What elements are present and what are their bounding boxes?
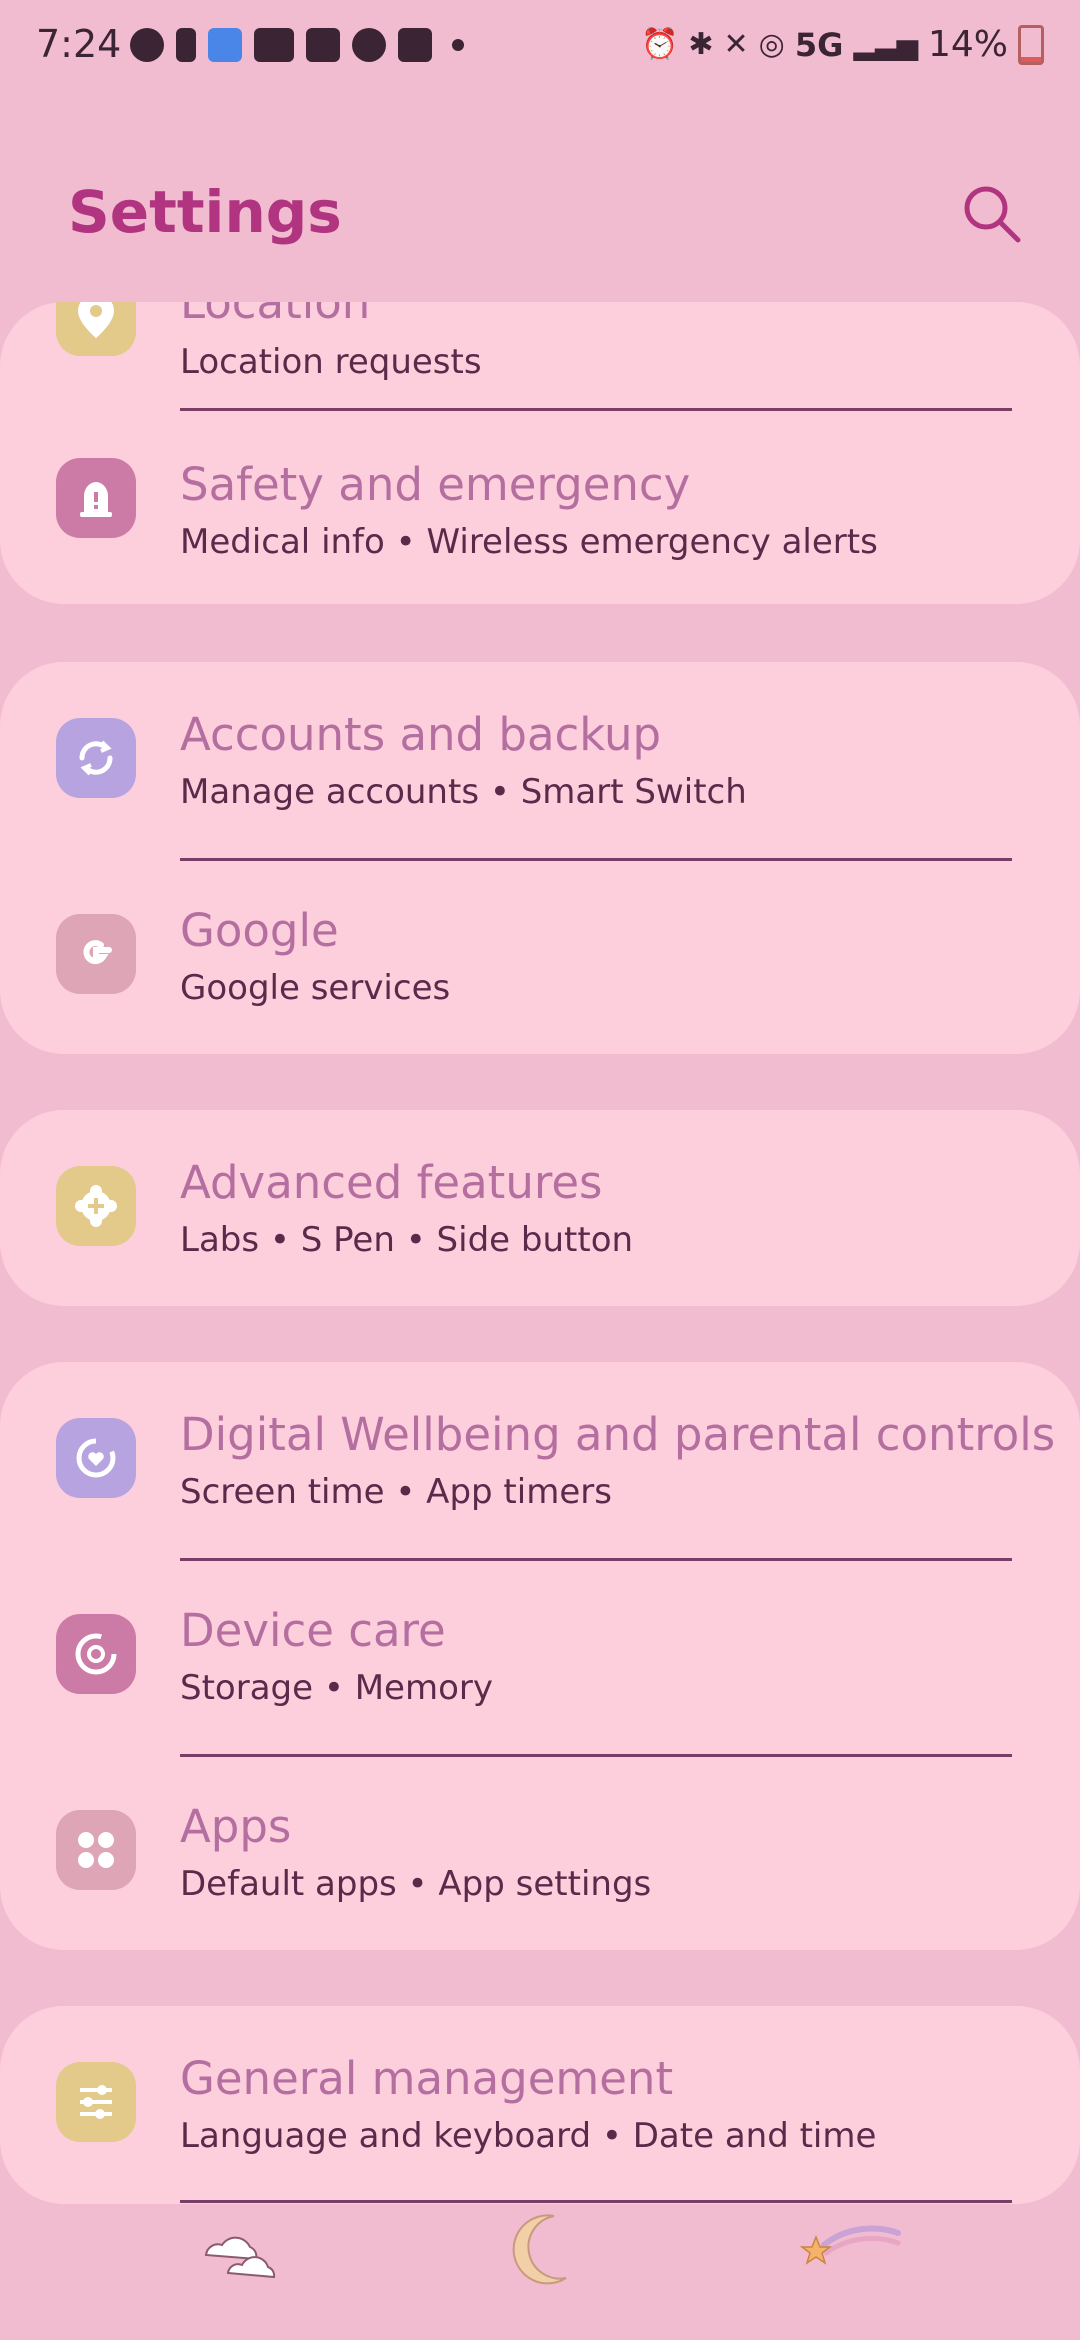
shooting-star-icon — [799, 2225, 901, 2265]
settings-card-device: Digital Wellbeing and parental controls … — [0, 1362, 1080, 1950]
item-title: Safety and emergency — [180, 458, 691, 511]
settings-item-google[interactable]: Google Google services — [0, 858, 1080, 1054]
divider — [180, 2200, 1012, 2203]
status-bar: 7:24 ⏰ ✱ ✕ ◎ 5G ▂▃▅ 14% — [0, 0, 1080, 100]
settings-item-digital-wellbeing[interactable]: Digital Wellbeing and parental controls … — [0, 1362, 1080, 1558]
hotspot-icon: ◎ — [758, 27, 785, 62]
battery-icon — [1018, 24, 1044, 65]
settings-item-safety-and-emergency[interactable]: Safety and emergency Medical info • Wire… — [0, 410, 1080, 604]
item-title: Apps — [180, 1800, 292, 1853]
siren-icon — [56, 458, 136, 538]
item-title: Google — [180, 904, 339, 957]
item-subtitle: Labs • S Pen • Side button — [180, 1220, 634, 1260]
navigation-bar — [0, 2210, 1080, 2340]
item-subtitle: Language and keyboard • Date and time — [180, 2116, 877, 2156]
settings-card-accounts: Accounts and backup Manage accounts • Sm… — [0, 662, 1080, 1054]
linkedin-icon — [306, 28, 340, 62]
battery-alert-icon — [176, 28, 196, 62]
moon-icon — [512, 2214, 567, 2285]
item-title: Digital Wellbeing and parental controls — [180, 1408, 1056, 1461]
mute-icon: ✕ — [723, 27, 749, 62]
alarm-icon: ⏰ — [641, 27, 679, 62]
item-subtitle: Storage • Memory — [180, 1668, 493, 1708]
wellbeing-icon — [56, 1418, 136, 1498]
device-care-icon — [56, 1614, 136, 1694]
cloud-icon — [204, 2236, 276, 2279]
sync-icon — [56, 718, 136, 798]
more-notifications-icon — [452, 39, 464, 51]
page-title: Settings — [68, 178, 342, 246]
recents-button[interactable] — [192, 2215, 292, 2315]
item-subtitle: Default apps • App settings — [180, 1864, 652, 1904]
settings-item-apps[interactable]: Apps Default apps • App settings — [0, 1754, 1080, 1950]
messages-icon — [130, 28, 164, 62]
signal-icon: ▂▃▅ — [853, 28, 918, 61]
item-title: Device care — [180, 1604, 446, 1657]
home-button[interactable] — [496, 2206, 596, 2306]
settings-item-advanced-features[interactable]: Advanced features Labs • S Pen • Side bu… — [0, 1110, 1080, 1306]
bluetooth-icon: ✱ — [688, 27, 714, 62]
battery-percent: 14% — [927, 24, 1008, 65]
item-subtitle: Google services — [180, 968, 451, 1008]
network-type: 5G — [794, 25, 844, 64]
settings-card-advanced: Advanced features Labs • S Pen • Side bu… — [0, 1110, 1080, 1306]
item-title: Location — [180, 302, 371, 329]
item-title: Accounts and backup — [180, 708, 662, 761]
apps-icon — [56, 1810, 136, 1890]
search-icon — [964, 186, 1021, 243]
google-icon — [56, 914, 136, 994]
settings-item-location[interactable]: Location Location requests — [0, 302, 1080, 414]
back-button[interactable] — [796, 2215, 901, 2315]
alarm-icon — [352, 28, 386, 62]
youtube-icon — [254, 28, 294, 62]
system-icons: ⏰ ✱ ✕ ◎ 5G ▂▃▅ 14% — [641, 24, 1044, 65]
gear-plus-icon — [56, 1166, 136, 1246]
outlook-icon — [398, 28, 432, 62]
settings-card-privacy: Location Location requests Safety and em… — [0, 302, 1080, 604]
item-subtitle: Manage accounts • Smart Switch — [180, 772, 747, 812]
search-button[interactable] — [958, 180, 1028, 250]
location-icon — [56, 302, 136, 356]
settings-item-device-care[interactable]: Device care Storage • Memory — [0, 1558, 1080, 1754]
item-title: General management — [180, 2052, 674, 2105]
item-subtitle: Screen time • App timers — [180, 1472, 612, 1512]
notification-icons — [130, 28, 464, 62]
settings-card-general: General management Language and keyboard… — [0, 2006, 1080, 2204]
settings-item-accounts-and-backup[interactable]: Accounts and backup Manage accounts • Sm… — [0, 662, 1080, 858]
settings-item-general-management[interactable]: General management Language and keyboard… — [0, 2006, 1080, 2202]
sliders-icon — [56, 2062, 136, 2142]
item-title: Advanced features — [180, 1156, 603, 1209]
status-time: 7:24 — [36, 22, 122, 66]
cake-icon — [208, 28, 242, 62]
item-subtitle: Location requests — [180, 342, 482, 382]
item-subtitle: Medical info • Wireless emergency alerts — [180, 522, 878, 562]
